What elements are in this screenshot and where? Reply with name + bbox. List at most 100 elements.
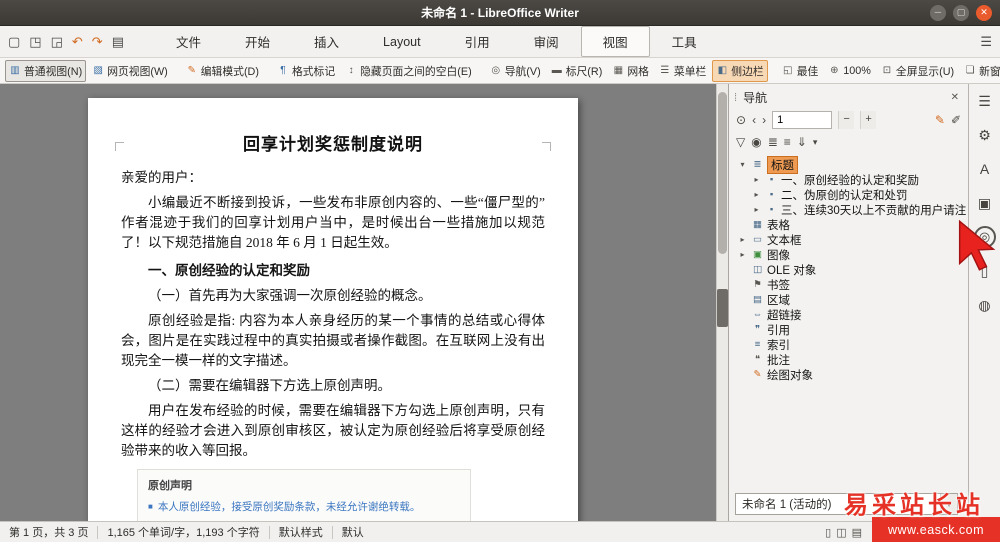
formatting-marks-toggle[interactable]: ¶ 格式标记 (273, 60, 339, 82)
sidebar-toggle[interactable]: ◧ 侧边栏 (712, 59, 768, 82)
menubar-toggle[interactable]: ☰ 菜单栏 (655, 60, 710, 82)
book-view-icon[interactable]: ▤ (852, 526, 862, 539)
tree-item-comments[interactable]: ❝ 批注 (733, 352, 966, 367)
style-inspector-tab-icon[interactable]: ◍ (974, 294, 996, 316)
document-page[interactable]: 回享计划奖惩制度说明 亲爱的用户： 小编最近不断接到投诉，一些发布非原创内容的、… (88, 98, 578, 521)
tab-file[interactable]: 文件 (154, 26, 223, 57)
navigator-toggle[interactable]: ◎ 导航(V) (486, 60, 545, 82)
tree-item-headings[interactable]: ▾ ≣ 标题 (733, 155, 966, 174)
demote-icon[interactable]: ⇓ (797, 135, 807, 149)
page-number-input[interactable] (773, 112, 832, 128)
notebookbar-menu-icon[interactable]: ☰ (980, 34, 992, 50)
sidebar-settings-icon[interactable]: ☰ (974, 90, 996, 112)
page-style-status[interactable]: 默认样式 (279, 524, 323, 540)
menubar-icon: ☰ (660, 65, 670, 76)
comment-icon: ❝ (754, 354, 761, 365)
close-button[interactable]: ✕ (976, 5, 992, 21)
expander-right-icon[interactable]: ▸ (751, 175, 762, 184)
fullscreen-button[interactable]: ⊡ 全屏显示(U) (877, 60, 958, 82)
headings-icon: ≣ (753, 159, 762, 170)
scrollbar-thumb[interactable] (718, 92, 727, 254)
sidebar-splitter-handle[interactable] (717, 289, 728, 327)
tree-item-bookmarks[interactable]: ⚑ 书签 (733, 277, 966, 292)
drag-mode-icon[interactable]: ✎ (935, 113, 945, 127)
tab-layout[interactable]: Layout (361, 29, 443, 55)
anchor-icon[interactable]: ✐ (951, 113, 961, 127)
tree-item-sections[interactable]: ▤ 区域 (733, 292, 966, 307)
page-decrement-button[interactable]: − (838, 111, 855, 129)
tree-item-label: 表格 (767, 219, 790, 232)
zoom-100-icon: ⊕ (830, 65, 839, 76)
expander-down-icon[interactable]: ▾ (737, 160, 748, 169)
tab-view[interactable]: 视图 (580, 26, 650, 57)
expander-right-icon[interactable]: ▸ (751, 205, 762, 214)
tab-references[interactable]: 引用 (443, 26, 512, 57)
tree-item-images[interactable]: ▸ ▣ 图像 (733, 247, 966, 262)
normal-view-toggle[interactable]: ▥ 普通视图(N) (5, 59, 87, 82)
tree-item-label: 索引 (767, 339, 790, 352)
hide-whitespace-toggle[interactable]: ↕ 隐藏页面之间的空白(E) (341, 60, 476, 82)
grid-toggle[interactable]: ▦ 网格 (608, 60, 653, 82)
tree-item-heading-1[interactable]: ▸ ▪ 一、原创经验的认定和奖励 (733, 172, 966, 187)
window-controls: ─ ▢ ✕ (930, 5, 992, 21)
single-page-view-icon[interactable]: ▯ (825, 526, 831, 539)
tab-review[interactable]: 审阅 (512, 26, 581, 57)
multi-page-view-icon[interactable]: ◫ (836, 526, 846, 539)
undo-button[interactable]: ↶ (72, 34, 83, 50)
libreoffice-writer-window: 未命名 1 - LibreOffice Writer ─ ▢ ✕ ▢ ◳ ◲ ↶… (0, 0, 1000, 542)
sidebar-tab-strip: ☰ ⚙ A ▣ ◎ ▯ ◍ (968, 84, 1000, 521)
zoom-100-button[interactable]: ⊕ 100% (824, 62, 875, 80)
new-window-button[interactable]: ❏ 新窗口(N) (960, 60, 1000, 82)
open-button[interactable]: ◳ (29, 34, 41, 50)
web-view-toggle[interactable]: ▧ 网页视图(W) (88, 60, 172, 82)
tree-item-indexes[interactable]: ≡ 索引 (733, 337, 966, 352)
tab-home[interactable]: 开始 (223, 26, 292, 57)
embedded-screenshot: 原创声明 ■ 本人原创经验，接受原创奖励条款，未经允许谢绝转载。 参考资料 (137, 469, 471, 521)
panel-grip-icon[interactable]: ⁞ (734, 92, 737, 104)
outline-level-icon[interactable]: ≣ (768, 135, 778, 149)
content-navigation-toggle-icon[interactable]: ⊙ (736, 113, 746, 127)
save-button[interactable]: ◲ (51, 34, 63, 50)
styles-tab-icon[interactable]: A (974, 158, 996, 180)
tree-item-label: 批注 (767, 354, 790, 367)
page-increment-button[interactable]: + (860, 111, 877, 129)
panel-close-icon[interactable]: ✕ (949, 92, 961, 103)
tree-item-drawing-objects[interactable]: ✎ 绘图对象 (733, 367, 966, 382)
tree-item-references[interactable]: ❞ 引用 (733, 322, 966, 337)
properties-tab-icon[interactable]: ⚙ (974, 124, 996, 146)
tree-item-tables[interactable]: ▦ 表格 (733, 217, 966, 232)
toolbar-label: 编辑模式(D) (200, 65, 259, 78)
tree-item-frames[interactable]: ▸ ▭ 文本框 (733, 232, 966, 247)
language-status[interactable]: 默认 (342, 524, 364, 540)
new-document-button[interactable]: ▢ (8, 34, 20, 50)
document-canvas[interactable]: 回享计划奖惩制度说明 亲爱的用户： 小编最近不断接到投诉，一些发布非原创内容的、… (0, 84, 716, 521)
expander-right-icon[interactable]: ▸ (737, 250, 748, 259)
tab-tools[interactable]: 工具 (650, 26, 719, 57)
redo-button[interactable]: ↷ (92, 34, 103, 50)
zoom-best-button[interactable]: ◱ 最佳 (778, 60, 823, 82)
edit-mode-toggle[interactable]: ✎ 编辑模式(D) (182, 60, 263, 82)
minimize-button[interactable]: ─ (930, 5, 946, 21)
chevron-down-icon[interactable]: ▾ (813, 137, 818, 148)
print-button[interactable]: ▤ (112, 34, 124, 50)
navigator-icon: ◎ (491, 65, 501, 76)
page-count-status[interactable]: 第 1 页，共 3 页 (9, 524, 88, 540)
filter-icon[interactable]: ▽ (736, 135, 745, 149)
list-view-icon[interactable]: ≡ (784, 135, 791, 149)
expander-right-icon[interactable]: ▸ (737, 235, 748, 244)
tree-item-heading-2[interactable]: ▸ ▪ 二、伪原创的认定和处罚 (733, 187, 966, 202)
gallery-tab-icon[interactable]: ▣ (974, 192, 996, 214)
next-icon[interactable]: › (762, 113, 766, 127)
maximize-button[interactable]: ▢ (953, 5, 969, 21)
ruler-icon: ▬ (551, 65, 562, 76)
word-count-status[interactable]: 1,165 个单词/字，1,193 个字符 (107, 524, 259, 540)
content-view-eye-icon[interactable]: ◉ (751, 135, 761, 149)
tab-insert[interactable]: 插入 (292, 26, 361, 57)
expander-right-icon[interactable]: ▸ (751, 190, 762, 199)
tree-item-heading-3[interactable]: ▸ ▪ 三、连续30天以上不贡献的用户请注意 (733, 202, 966, 217)
previous-icon[interactable]: ‹ (752, 113, 756, 127)
tree-item-ole-objects[interactable]: ◫ OLE 对象 (733, 262, 966, 277)
tree-item-hyperlinks[interactable]: ⇔ 超链接 (733, 307, 966, 322)
ruler-toggle[interactable]: ▬ 标尺(R) (547, 60, 607, 82)
navigator-toolbar-bottom: ▽ ◉ ≣ ≡ ⇓ ▾ (729, 132, 968, 152)
